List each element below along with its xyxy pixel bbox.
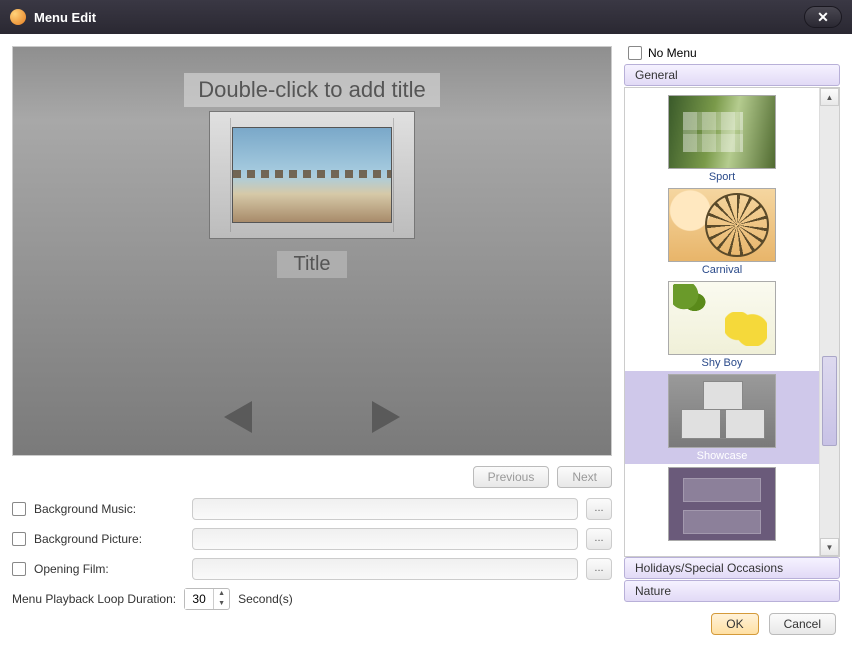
template-sport[interactable]: Sport [625, 92, 819, 185]
template-thumb [668, 467, 776, 541]
menu-preview: Double-click to add title Title [12, 46, 612, 456]
no-menu-label: No Menu [648, 46, 697, 60]
loop-duration-unit: Second(s) [238, 592, 293, 606]
close-button[interactable]: ✕ [804, 6, 842, 28]
no-menu-checkbox[interactable] [628, 46, 642, 60]
preview-next-arrow[interactable] [372, 401, 400, 433]
bg-picture-browse[interactable]: ... [586, 528, 612, 550]
template-thumb [668, 281, 776, 355]
scroll-down-icon[interactable]: ▼ [820, 538, 839, 556]
scroll-up-icon[interactable]: ▲ [820, 88, 839, 106]
loop-duration-input[interactable] [185, 589, 213, 609]
window-title: Menu Edit [34, 10, 804, 25]
app-icon [10, 9, 26, 25]
preview-prev-arrow[interactable] [224, 401, 252, 433]
bg-music-checkbox[interactable] [12, 502, 26, 516]
loop-duration-spinner[interactable]: ▲ ▼ [184, 588, 230, 610]
ok-button[interactable]: OK [711, 613, 758, 635]
opening-film-label: Opening Film: [34, 562, 184, 576]
template-showcase[interactable]: Showcase [625, 371, 819, 464]
close-icon: ✕ [817, 10, 829, 24]
scroll-thumb[interactable] [822, 356, 837, 446]
bg-music-browse[interactable]: ... [586, 498, 612, 520]
titlebar: Menu Edit ✕ [0, 0, 852, 34]
template-list: Sport Carnival Shy Boy Showcase [624, 87, 840, 557]
category-general[interactable]: General [624, 64, 840, 86]
opening-film-browse[interactable]: ... [586, 558, 612, 580]
cancel-button[interactable]: Cancel [769, 613, 836, 635]
template-carnival[interactable]: Carnival [625, 185, 819, 278]
next-button[interactable]: Next [557, 466, 612, 488]
template-thumb [668, 374, 776, 448]
template-thumb [668, 188, 776, 262]
template-label: Shy Boy [631, 357, 813, 369]
title-placeholder[interactable]: Double-click to add title [184, 73, 439, 107]
spinner-up-icon[interactable]: ▲ [214, 589, 229, 599]
showcase-thumbnail [232, 127, 392, 223]
template-shelf[interactable] [625, 464, 819, 545]
bg-picture-label: Background Picture: [34, 532, 184, 546]
scroll-track[interactable] [820, 106, 839, 538]
bg-music-label: Background Music: [34, 502, 184, 516]
showcase-frame[interactable] [209, 111, 415, 239]
template-label: Sport [631, 171, 813, 183]
bg-picture-field[interactable] [192, 528, 578, 550]
opening-film-checkbox[interactable] [12, 562, 26, 576]
spinner-down-icon[interactable]: ▼ [214, 599, 229, 609]
previous-button[interactable]: Previous [473, 466, 550, 488]
opening-film-field[interactable] [192, 558, 578, 580]
loop-duration-label: Menu Playback Loop Duration: [12, 592, 176, 606]
category-nature[interactable]: Nature [624, 580, 840, 602]
template-shyboy[interactable]: Shy Boy [625, 278, 819, 371]
template-scrollbar[interactable]: ▲ ▼ [819, 88, 839, 556]
bg-music-field[interactable] [192, 498, 578, 520]
template-label: Showcase [631, 450, 813, 462]
bg-picture-checkbox[interactable] [12, 532, 26, 546]
category-holidays[interactable]: Holidays/Special Occasions [624, 557, 840, 579]
thumbnail-title[interactable]: Title [277, 251, 346, 278]
template-label: Carnival [631, 264, 813, 276]
template-thumb [668, 95, 776, 169]
